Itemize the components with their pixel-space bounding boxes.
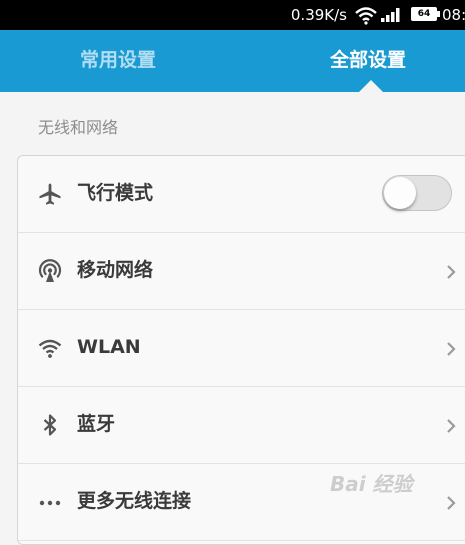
chevron-right-icon xyxy=(447,419,456,433)
antenna-icon xyxy=(38,259,62,282)
toggle-knob xyxy=(384,177,416,209)
more-dots-icon xyxy=(39,500,61,506)
wifi-icon xyxy=(355,7,377,25)
bluetooth-row[interactable]: 蓝牙 xyxy=(18,387,465,464)
wifi-icon xyxy=(38,339,62,358)
airplane-mode-label: 飞行模式 xyxy=(77,182,154,204)
tab-common-settings[interactable]: 常用设置 xyxy=(80,48,156,72)
signal-icon xyxy=(381,8,400,22)
battery-tip xyxy=(437,11,440,17)
battery-level: 64 xyxy=(413,9,435,19)
more-wireless-label: 更多无线连接 xyxy=(77,490,192,512)
wlan-row[interactable]: WLAN xyxy=(18,310,465,387)
active-tab-indicator xyxy=(359,80,383,92)
network-speed: 0.39K/s xyxy=(290,6,347,24)
mobile-network-label: 移动网络 xyxy=(77,259,154,281)
chevron-right-icon xyxy=(447,496,456,510)
bluetooth-icon xyxy=(43,414,57,436)
airplane-mode-toggle[interactable] xyxy=(382,175,452,211)
tab-all-settings[interactable]: 全部设置 xyxy=(330,48,406,72)
chevron-right-icon xyxy=(447,265,456,279)
airplane-icon xyxy=(39,183,61,205)
wlan-label: WLAN xyxy=(77,336,141,358)
chevron-right-icon xyxy=(447,342,456,356)
airplane-mode-row[interactable]: 飞行模式 xyxy=(18,156,465,233)
status-bar: 0.39K/s 64 08: xyxy=(0,0,465,30)
section-title: 无线和网络 xyxy=(38,118,119,137)
settings-tab-bar: 常用设置 全部设置 xyxy=(0,30,465,92)
clock: 08: xyxy=(442,6,465,24)
watermark: Bai 经验 xyxy=(330,472,413,496)
bluetooth-label: 蓝牙 xyxy=(77,413,116,435)
mobile-network-row[interactable]: 移动网络 xyxy=(18,233,465,310)
battery-icon: 64 xyxy=(411,7,440,21)
